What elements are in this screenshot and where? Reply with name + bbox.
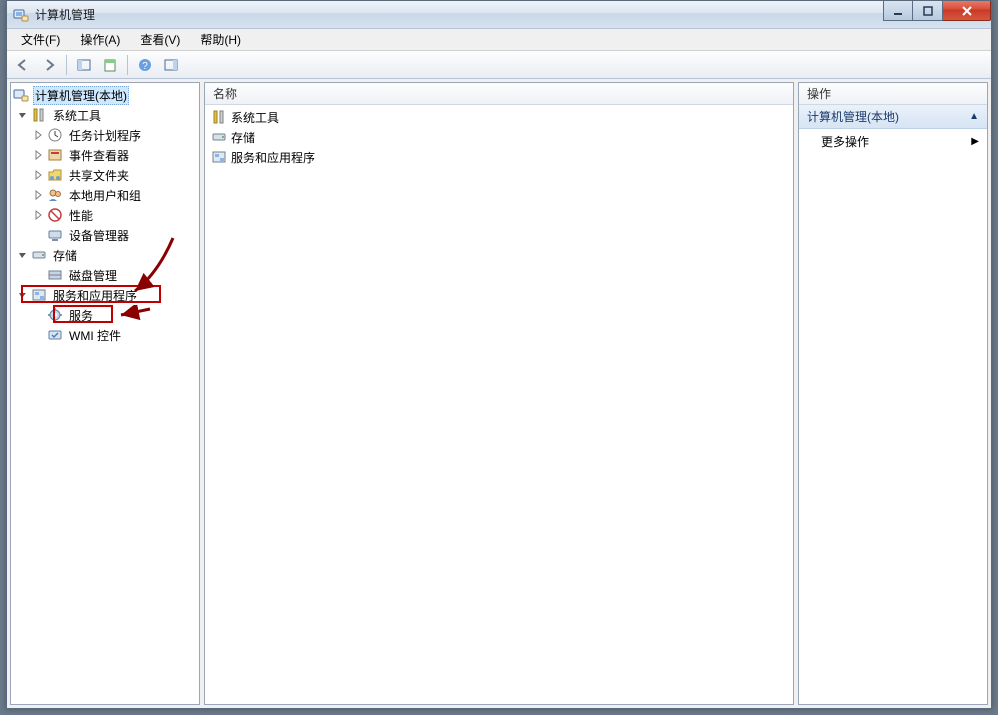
tree-label: 服务和应用程序 (51, 287, 139, 304)
tree-task-scheduler[interactable]: 任务计划程序 (11, 125, 199, 145)
tree-label: 本地用户和组 (67, 187, 143, 204)
tree-disk-management[interactable]: 磁盘管理 (11, 265, 199, 285)
clock-icon (47, 127, 63, 143)
tree-label: 存储 (51, 247, 79, 264)
list-pane: 名称 系统工具 存储 服务 (204, 82, 794, 705)
expander-closed-icon[interactable] (33, 129, 45, 141)
back-button[interactable] (11, 54, 35, 76)
list-column-header-name[interactable]: 名称 (205, 83, 793, 105)
actions-header: 操作 (799, 83, 987, 105)
titlebar[interactable]: 计算机管理 (7, 1, 991, 29)
expander-closed-icon[interactable] (33, 149, 45, 161)
performance-icon (47, 207, 63, 223)
maximize-button[interactable] (913, 1, 943, 21)
shared-folders-icon (47, 167, 63, 183)
help-button[interactable]: ? (133, 54, 157, 76)
system-tools-icon (31, 107, 47, 123)
close-button[interactable] (943, 1, 991, 21)
forward-button[interactable] (37, 54, 61, 76)
tree-label: 计算机管理(本地) (33, 86, 129, 105)
event-viewer-icon (47, 147, 63, 163)
toolbar-separator (127, 55, 128, 75)
tree-pane: 计算机管理(本地) 系统工具 (10, 82, 200, 705)
list-body[interactable]: 系统工具 存储 服务和应用程序 (205, 105, 793, 169)
actions-section-header[interactable]: 计算机管理(本地) ▲ (799, 105, 987, 129)
action-link-label: 更多操作 (821, 133, 869, 150)
list-item-label: 服务和应用程序 (231, 149, 315, 166)
tree-root-node[interactable]: 计算机管理(本地) (11, 85, 199, 105)
submenu-arrow-icon: ▶ (971, 136, 979, 147)
tree-services-and-apps[interactable]: 服务和应用程序 (11, 285, 199, 305)
menu-file[interactable]: 文件(F) (11, 29, 70, 50)
expander-closed-icon[interactable] (33, 209, 45, 221)
tree-local-users[interactable]: 本地用户和组 (11, 185, 199, 205)
tree-device-manager[interactable]: 设备管理器 (11, 225, 199, 245)
tree-wmi-control[interactable]: WMI 控件 (11, 325, 199, 345)
expander-open-icon[interactable] (17, 289, 29, 301)
minimize-button[interactable] (883, 1, 913, 21)
tree-performance[interactable]: 性能 (11, 205, 199, 225)
toolbar: ? (7, 51, 991, 79)
tree-label: 性能 (67, 207, 95, 224)
computer-management-icon (13, 7, 29, 23)
show-hide-action-pane-button[interactable] (159, 54, 183, 76)
disk-management-icon (47, 267, 63, 283)
list-item-storage[interactable]: 存储 (209, 127, 789, 147)
menu-action[interactable]: 操作(A) (70, 29, 130, 50)
collapse-icon[interactable]: ▲ (969, 111, 979, 122)
tree-storage[interactable]: 存储 (11, 245, 199, 265)
tree-label: 任务计划程序 (67, 127, 143, 144)
menu-view[interactable]: 查看(V) (130, 29, 190, 50)
tree-services[interactable]: 服务 (11, 305, 199, 325)
menu-help[interactable]: 帮助(H) (190, 29, 251, 50)
tree-label: 磁盘管理 (67, 267, 119, 284)
tree-label: 设备管理器 (67, 227, 131, 244)
action-more-actions[interactable]: 更多操作 ▶ (799, 129, 987, 154)
menubar: 文件(F) 操作(A) 查看(V) 帮助(H) (7, 29, 991, 51)
device-manager-icon (47, 227, 63, 243)
gear-icon (47, 307, 63, 323)
computer-management-window: 计算机管理 文件(F) 操作(A) 查看(V) 帮助(H) (6, 0, 992, 709)
tree-system-tools[interactable]: 系统工具 (11, 105, 199, 125)
storage-icon (211, 129, 227, 145)
tree-label: 事件查看器 (67, 147, 131, 164)
toolbar-separator (66, 55, 67, 75)
list-item-services-and-apps[interactable]: 服务和应用程序 (209, 147, 789, 167)
storage-icon (31, 247, 47, 263)
expander-open-icon[interactable] (17, 249, 29, 261)
tree-event-viewer[interactable]: 事件查看器 (11, 145, 199, 165)
window-title: 计算机管理 (35, 6, 95, 23)
actions-section-title: 计算机管理(本地) (807, 108, 899, 125)
svg-text:?: ? (142, 61, 148, 72)
computer-management-icon (13, 87, 29, 103)
list-item-label: 存储 (231, 129, 255, 146)
tree-label: 共享文件夹 (67, 167, 131, 184)
expander-closed-icon[interactable] (33, 189, 45, 201)
expander-open-icon[interactable] (17, 109, 29, 121)
list-item-system-tools[interactable]: 系统工具 (209, 107, 789, 127)
list-item-label: 系统工具 (231, 109, 279, 126)
console-tree[interactable]: 计算机管理(本地) 系统工具 (11, 83, 199, 347)
tree-shared-folders[interactable]: 共享文件夹 (11, 165, 199, 185)
show-hide-tree-button[interactable] (72, 54, 96, 76)
wmi-icon (47, 327, 63, 343)
client-area: 计算机管理(本地) 系统工具 (7, 79, 991, 708)
services-apps-icon (211, 149, 227, 165)
tree-label: 系统工具 (51, 107, 103, 124)
services-apps-icon (31, 287, 47, 303)
system-tools-icon (211, 109, 227, 125)
tree-label: WMI 控件 (67, 327, 123, 344)
properties-button[interactable] (98, 54, 122, 76)
window-controls (883, 1, 991, 21)
actions-pane: 操作 计算机管理(本地) ▲ 更多操作 ▶ (798, 82, 988, 705)
tree-label: 服务 (67, 307, 95, 324)
users-icon (47, 187, 63, 203)
expander-closed-icon[interactable] (33, 169, 45, 181)
